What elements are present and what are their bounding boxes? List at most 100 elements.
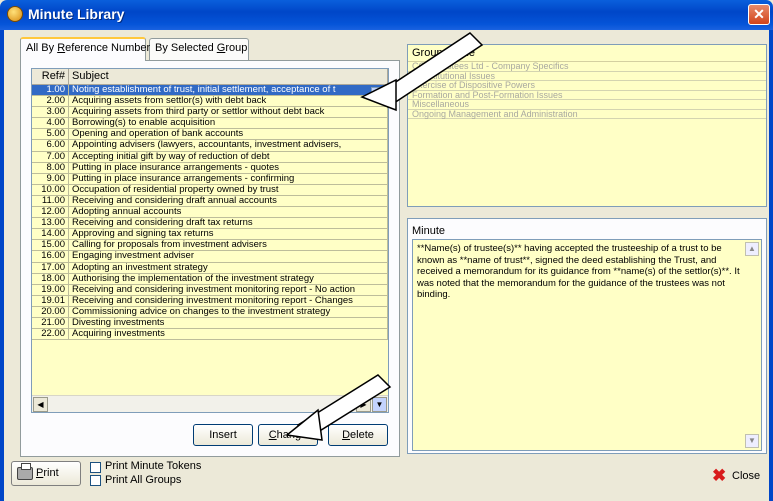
- cell-subject: Acquiring assets from third party or set…: [69, 107, 388, 118]
- cell-subject: Receiving and considering draft tax retu…: [69, 218, 388, 229]
- cell-ref: 18.00: [32, 273, 69, 284]
- table-row[interactable]: 10.00 Occupation of residential property …: [32, 184, 388, 196]
- table-row[interactable]: 21.00 Divesting investments: [32, 317, 388, 330]
- cell-subject: Noting establishment of trust, initial s…: [69, 85, 388, 96]
- print-all-groups-label: Print All Groups: [105, 474, 182, 486]
- cell-subject: Appointing advisers (lawyers, accountant…: [69, 140, 388, 151]
- cell-ref: 15.00: [32, 240, 69, 251]
- cell-ref: 7.00: [32, 151, 69, 162]
- cell-ref: 11.00: [32, 195, 69, 207]
- table-row[interactable]: 18.00 Authorising the implementation of t…: [32, 273, 388, 285]
- table-row[interactable]: 5.00 Opening and operation of bank accoun…: [32, 129, 388, 141]
- insert-button[interactable]: Insert: [193, 424, 253, 446]
- cell-subject: Adopting annual accounts: [69, 207, 388, 218]
- cell-ref: 19.00: [32, 284, 69, 295]
- minute-scroll-down-icon[interactable]: ▼: [745, 434, 759, 448]
- cell-ref: 22.00: [32, 329, 69, 340]
- table-row[interactable]: 1.00 Noting establishment of trust, initi…: [32, 84, 388, 97]
- table-row[interactable]: 2.00 Acquiring assets from settlor(s) wit…: [32, 96, 388, 108]
- scroll-down-icon[interactable]: ▼: [372, 397, 387, 412]
- cell-subject: Authorising the implementation of the in…: [69, 273, 388, 284]
- table-row[interactable]: 20.00 Commissioning advice on changes to …: [32, 306, 388, 318]
- table-row[interactable]: 15.00 Calling for proposals from investme…: [32, 240, 388, 252]
- table-row[interactable]: 9.00 Putting in place insurance arrangeme…: [32, 173, 388, 185]
- table-row[interactable]: 14.00 Approving and signing tax returns: [32, 229, 388, 241]
- group-name-list[interactable]: Group Name CCH Trustees Ltd - Company Sp…: [407, 44, 767, 207]
- close-button[interactable]: ✖ Close: [708, 466, 768, 488]
- cell-ref: 2.00: [32, 96, 69, 107]
- cell-subject: Acquiring investments: [69, 329, 388, 340]
- cell-subject: Receiving and considering investment mon…: [69, 284, 388, 295]
- table-row[interactable]: 8.00 Putting in place insurance arrangeme…: [32, 162, 388, 174]
- print-minute-tokens-checkbox[interactable]: [90, 462, 101, 473]
- cell-ref: 19.01: [32, 295, 69, 306]
- close-x-icon: ✖: [712, 466, 727, 485]
- minute-label: Minute: [412, 225, 446, 237]
- cell-subject: Divesting investments: [69, 317, 388, 329]
- change-button[interactable]: Change: [258, 424, 318, 446]
- cell-subject: Accepting initial gift by way of reducti…: [69, 151, 388, 162]
- table-row[interactable]: 3.00 Acquiring assets from third party or…: [32, 107, 388, 119]
- cell-ref: 5.00: [32, 129, 69, 140]
- table-row[interactable]: 13.00 Receiving and considering draft tax…: [32, 218, 388, 230]
- minute-text-area[interactable]: **Name(s) of trustee(s)** having accepte…: [412, 239, 762, 451]
- cell-ref: 10.00: [32, 184, 69, 195]
- grid-header: Ref# Subject: [32, 69, 388, 85]
- cell-ref: 13.00: [32, 218, 69, 229]
- cell-subject: Receiving and considering investment mon…: [69, 295, 388, 306]
- delete-button[interactable]: Delete: [328, 424, 388, 446]
- cell-subject: Engaging investment adviser: [69, 251, 388, 262]
- cell-ref: 21.00: [32, 317, 69, 329]
- group-name-header: Group Name: [408, 45, 766, 62]
- cell-subject: Occupation of residential property owned…: [69, 184, 388, 195]
- minute-panel: Minute **Name(s) of trustee(s)** having …: [407, 218, 767, 454]
- scroll-left-icon[interactable]: ◀: [33, 397, 48, 412]
- cell-subject: Putting in place insurance arrangements …: [69, 173, 388, 184]
- window-frame-right: [769, 30, 773, 501]
- cell-subject: Opening and operation of bank accounts: [69, 129, 388, 140]
- table-row[interactable]: 12.00 Adopting annual accounts: [32, 206, 388, 219]
- table-row[interactable]: 16.00 Engaging investment adviser: [32, 251, 388, 263]
- table-row[interactable]: 19.00 Receiving and considering investmen…: [32, 284, 388, 296]
- cell-ref: 3.00: [32, 107, 69, 118]
- cell-ref: 14.00: [32, 229, 69, 240]
- cell-subject: Receiving and considering draft annual a…: [69, 195, 388, 207]
- cell-subject: Putting in place insurance arrangements …: [69, 162, 388, 173]
- table-row[interactable]: 7.00 Accepting initial gift by way of red…: [32, 151, 388, 163]
- cell-subject: Borrowing(s) to enable acquisition: [69, 118, 388, 129]
- column-header-subject[interactable]: Subject: [69, 69, 388, 84]
- tab-by-selected-group[interactable]: By Selected Group: [149, 38, 249, 60]
- vertical-scroll-thumb[interactable]: [371, 87, 386, 101]
- cell-subject: Acquiring assets from settlor(s) with de…: [69, 96, 388, 107]
- window-close-button[interactable]: ✕: [748, 4, 770, 25]
- table-row[interactable]: 19.01 Receiving and considering investmen…: [32, 295, 388, 307]
- table-row[interactable]: 17.00 Adopting an investment strategy: [32, 262, 388, 274]
- grid-rows: 1.00 Noting establishment of trust, initi…: [32, 84, 388, 403]
- minute-reference-grid[interactable]: Ref# Subject 1.00 Noting establishment of…: [31, 68, 389, 413]
- cell-ref: 17.00: [32, 262, 69, 273]
- scroll-right-icon[interactable]: ▶: [356, 397, 371, 412]
- print-all-groups-checkbox[interactable]: [90, 475, 101, 486]
- window-title: Minute Library: [28, 6, 125, 22]
- app-icon: [7, 6, 23, 22]
- print-minute-tokens-label: Print Minute Tokens: [105, 460, 202, 472]
- table-row[interactable]: 6.00 Appointing advisers (lawyers, accoun…: [32, 140, 388, 152]
- cell-ref: 8.00: [32, 162, 69, 173]
- table-row[interactable]: 4.00 Borrowing(s) to enable acquisition: [32, 118, 388, 130]
- print-button[interactable]: Print: [11, 461, 81, 486]
- minute-scroll-up-icon[interactable]: ▲: [745, 242, 759, 256]
- tab-all-by-reference[interactable]: All By Reference Number: [20, 37, 150, 61]
- table-row[interactable]: 11.00 Receiving and considering draft ann…: [32, 195, 388, 208]
- horizontal-scrollbar[interactable]: ◀ ▶ ▼: [32, 395, 388, 412]
- cell-ref: 12.00: [32, 206, 69, 218]
- cell-subject: Calling for proposals from investment ad…: [69, 240, 388, 251]
- table-row[interactable]: 22.00 Acquiring investments: [32, 329, 388, 341]
- cell-ref: 6.00: [32, 140, 69, 151]
- minute-text: **Name(s) of trustee(s)** having accepte…: [417, 243, 740, 300]
- cell-ref: 1.00: [32, 84, 69, 96]
- cell-ref: 16.00: [32, 251, 69, 262]
- cell-ref: 20.00: [32, 306, 69, 317]
- column-header-ref[interactable]: Ref#: [32, 69, 69, 84]
- printer-icon: [17, 463, 33, 480]
- list-item[interactable]: Ongoing Management and Administration: [408, 109, 766, 119]
